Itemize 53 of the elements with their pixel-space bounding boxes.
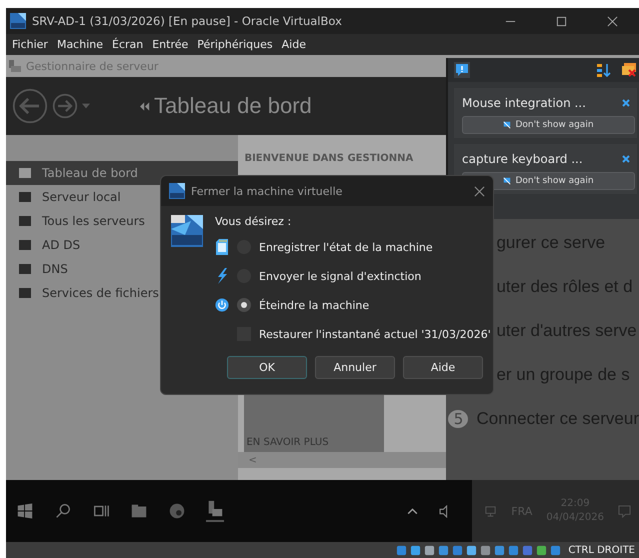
lightning-icon [215,268,229,284]
dismiss-all-icon[interactable] [621,62,637,78]
power-icon [215,297,229,313]
message-icon[interactable] [454,62,470,78]
folder-icon[interactable] [130,502,148,520]
checkbox-label[interactable]: Restaurer l'instantané actuel '31/03/2026' [259,328,491,340]
radio-button[interactable] [237,298,251,312]
maximize-icon[interactable] [556,16,567,26]
notification-text: Mouse integration ... [462,96,587,110]
option-label[interactable]: Envoyer le signal d'extinction [259,270,422,282]
sidebar-item[interactable]: Services de fichiers [6,281,238,305]
menu-item[interactable]: Fichier [12,38,48,51]
close-icon[interactable] [621,98,631,108]
window-title: SRV-AD-1 (31/03/2026) [En pause] - Oracle VirtualBox [32,14,342,28]
dialog-title: Fermer la machine virtuelle [191,184,342,198]
menu-item[interactable]: Machine [56,38,103,51]
dialog-button[interactable]: Annuler [315,356,395,379]
breadcrumb-icon [140,102,150,110]
notification-text: capture keyboard ... [462,152,584,166]
os-logo-icon [171,215,203,247]
menu-item[interactable]: Périphériques [197,38,273,51]
menu-item[interactable]: Entrée [152,38,188,51]
app-logo-icon [169,183,185,199]
monitor-slash-icon [503,121,512,129]
browser-icon[interactable] [168,502,186,520]
close-icon[interactable] [621,154,631,164]
dialog-prompt: Vous désirez : [215,215,292,228]
welcome-heading: BIENVENUE DANS GESTIONNA [243,153,414,164]
close-icon[interactable] [474,186,485,196]
server-manager-icon [8,59,22,73]
menu-item[interactable]: Aide [282,38,306,51]
sidebar-item[interactable]: DNS [6,257,238,281]
option-label[interactable]: Enregistrer l'état de la machine [259,240,433,254]
memory-card-icon [215,239,229,255]
monitor-slash-icon [503,177,512,185]
back-icon[interactable] [12,88,48,124]
menu-item[interactable]: Écran [112,38,144,51]
dialog-button[interactable]: OK [227,356,307,379]
start-icon[interactable] [16,502,34,520]
host-key-label: CTRL DROITE [568,544,635,556]
sidebar-item[interactable]: AD DS [6,233,238,257]
forward-icon[interactable] [52,93,78,119]
server-manager-icon[interactable] [206,500,224,522]
search-icon[interactable] [54,502,72,520]
close-icon[interactable] [607,16,618,26]
page-title: Tableau de bord [154,93,312,119]
dropdown-icon[interactable] [82,103,90,109]
app-logo-icon [10,13,26,29]
sort-icon[interactable] [595,62,611,78]
option-label[interactable]: Éteindre la machine [259,298,370,312]
dialog-button[interactable]: Aide [403,356,483,379]
step-number: 5 [448,410,468,428]
dont-show-again-button[interactable]: Don't show again [462,116,635,134]
